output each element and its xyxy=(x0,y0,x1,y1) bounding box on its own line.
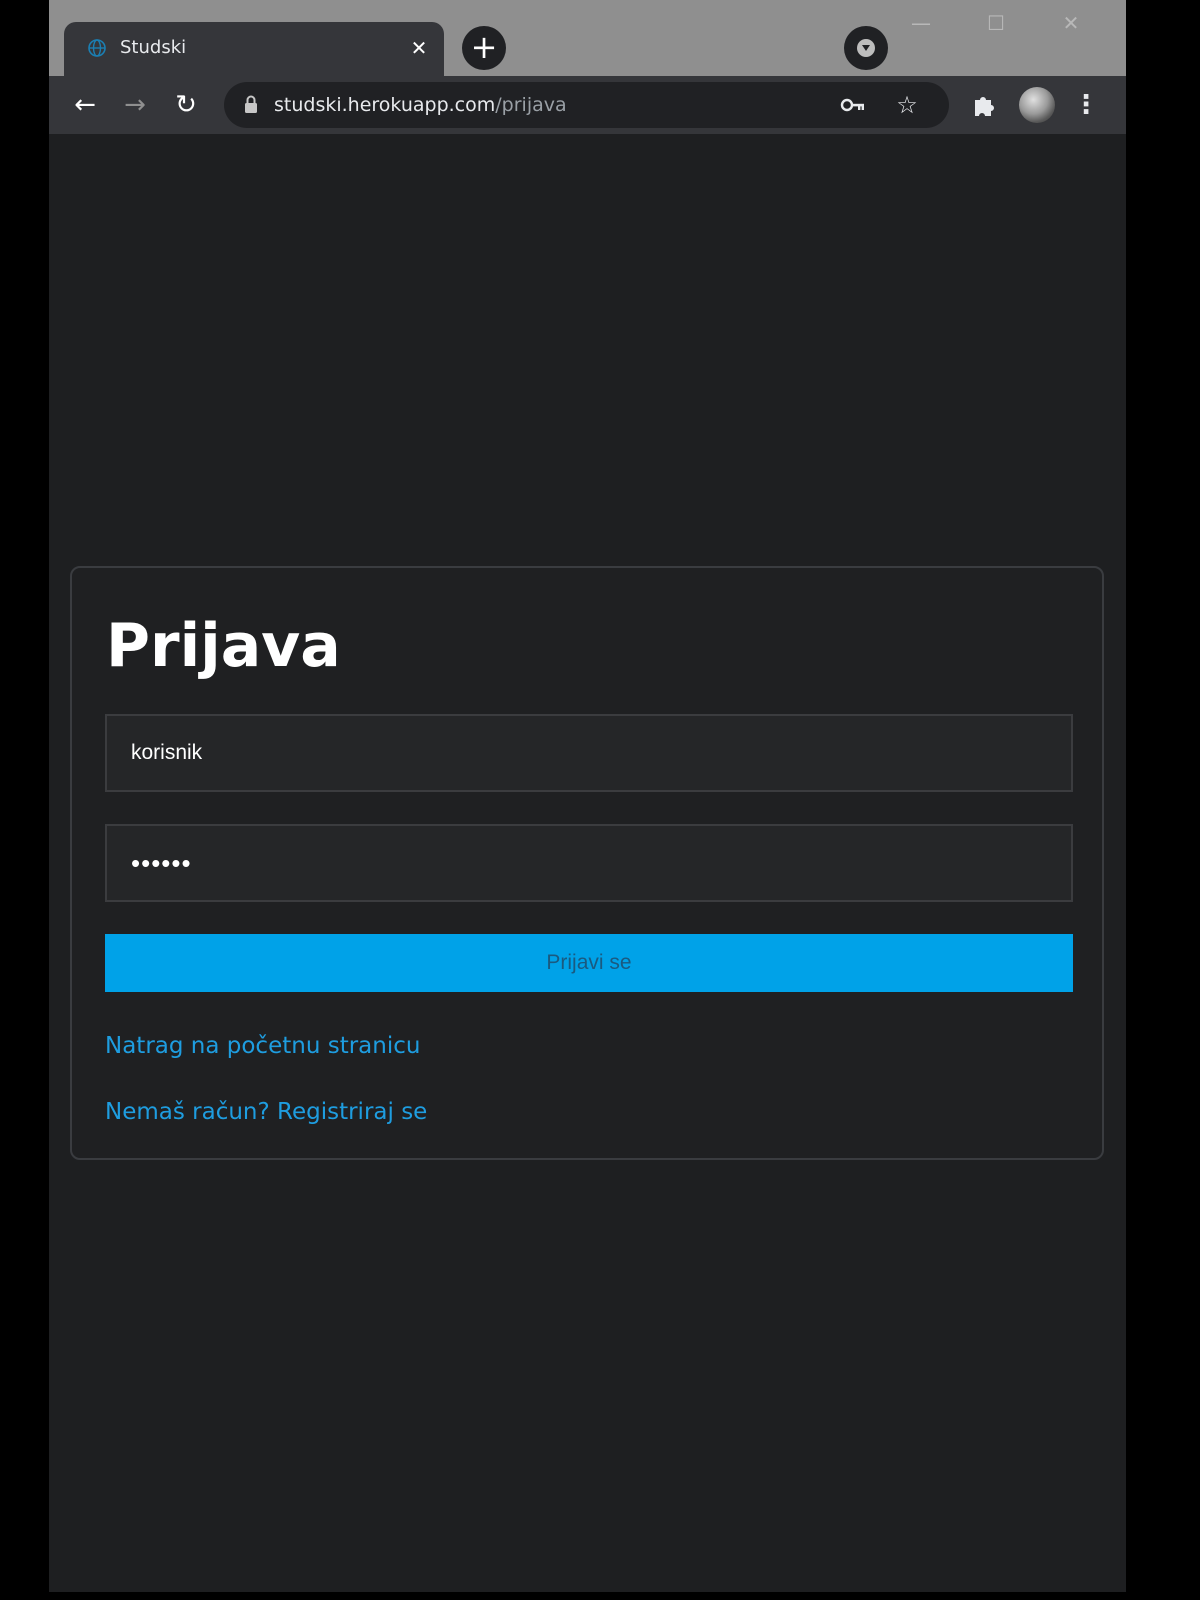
page-title: Prijava xyxy=(106,611,341,681)
password-input[interactable] xyxy=(105,824,1073,902)
tab-strip: Studski ✕ + — ☐ ✕ xyxy=(49,0,1126,76)
url-path: /prijava xyxy=(495,94,567,116)
url-host: studski.herokuapp.com xyxy=(274,94,496,116)
address-bar[interactable]: studski.herokuapp.com/prijava ☆ xyxy=(224,82,949,128)
bookmark-star-icon[interactable]: ☆ xyxy=(892,91,922,119)
reload-button[interactable]: ↻ xyxy=(166,85,206,125)
username-input[interactable] xyxy=(105,714,1073,792)
login-card: Prijava Prijavi se Natrag na početnu str… xyxy=(70,566,1104,1160)
browser-toolbar: ← → ↻ studski.herokuapp.com/prijava ☆ ⋮ xyxy=(49,76,1126,134)
tab-title: Studski xyxy=(120,37,187,58)
key-icon[interactable] xyxy=(840,94,866,116)
new-tab-button[interactable]: + xyxy=(462,26,506,70)
browser-window: Studski ✕ + — ☐ ✕ ← → ↻ studski.herokuap… xyxy=(49,0,1126,1592)
more-menu-icon[interactable]: ⋮ xyxy=(1073,87,1099,123)
globe-icon xyxy=(88,39,106,57)
back-button[interactable]: ← xyxy=(65,85,105,125)
tab-studski[interactable]: Studski ✕ xyxy=(64,22,444,76)
tab-search-button[interactable] xyxy=(844,26,888,70)
tab-close-icon[interactable]: ✕ xyxy=(406,35,432,61)
login-button[interactable]: Prijavi se xyxy=(105,934,1073,992)
url-text: studski.herokuapp.com/prijava xyxy=(274,94,567,116)
minimize-button[interactable]: — xyxy=(899,8,943,38)
profile-avatar[interactable] xyxy=(1019,87,1055,123)
chevron-down-icon xyxy=(857,39,875,57)
maximize-button[interactable]: ☐ xyxy=(974,8,1018,38)
window-close-button[interactable]: ✕ xyxy=(1049,8,1093,38)
register-link[interactable]: Nemaš račun? Registriraj se xyxy=(105,1097,427,1127)
page-viewport: Prijava Prijavi se Natrag na početnu str… xyxy=(49,134,1126,1592)
back-home-link[interactable]: Natrag na početnu stranicu xyxy=(105,1031,420,1061)
forward-button[interactable]: → xyxy=(115,85,155,125)
puzzle-icon[interactable] xyxy=(971,91,999,119)
lock-icon xyxy=(245,95,257,113)
